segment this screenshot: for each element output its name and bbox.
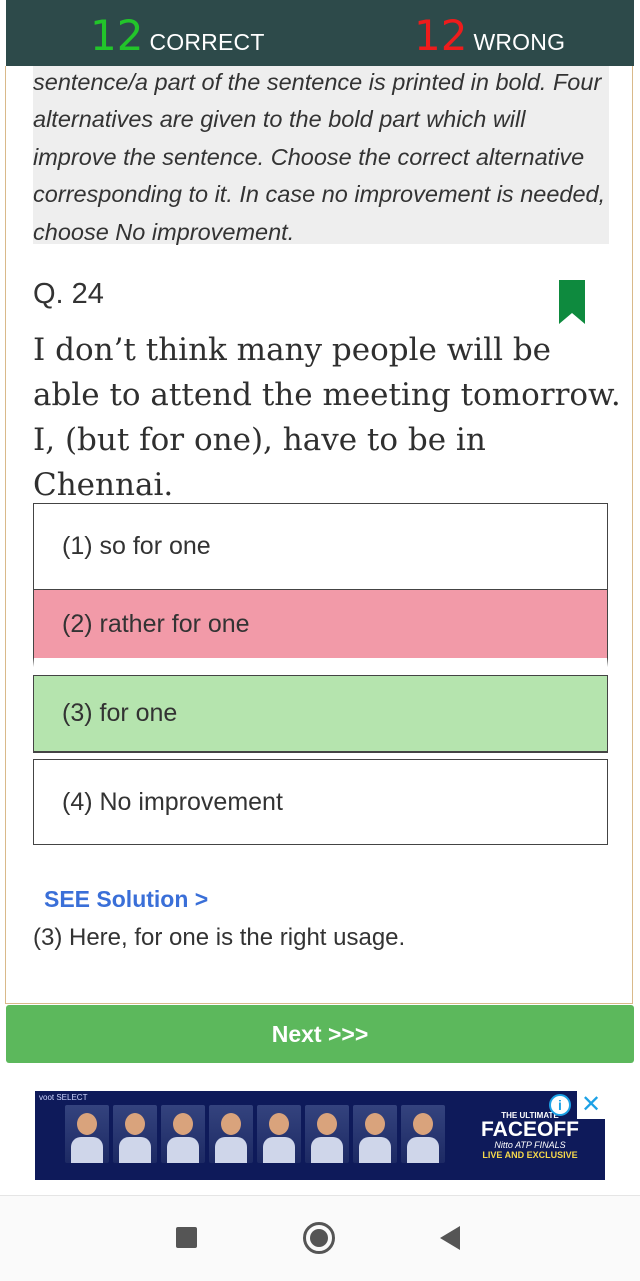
ad-headline: FACEOFF: [481, 1118, 579, 1141]
player-image: [305, 1105, 349, 1163]
player-image: [161, 1105, 205, 1163]
score-header: 12 CORRECT 12 WRONG: [6, 0, 634, 66]
option-4[interactable]: (4) No improvement: [33, 759, 608, 845]
back-icon[interactable]: [440, 1226, 460, 1250]
question-number: Q. 24: [33, 278, 104, 310]
player-image: [257, 1105, 301, 1163]
wrong-score: 12 WRONG: [414, 14, 565, 58]
recents-icon[interactable]: [176, 1227, 197, 1248]
wrong-count: 12: [414, 11, 468, 60]
option-2[interactable]: (2) rather for one: [33, 590, 608, 667]
correct-label: CORRECT: [149, 29, 265, 55]
option-2-label: (2) rather for one: [62, 609, 250, 638]
ad-live-text: LIVE AND EXCLUSIVE: [482, 1150, 578, 1160]
player-image: [65, 1105, 109, 1163]
option-1-label: (1) so for one: [62, 532, 211, 560]
bookmark-icon[interactable]: [559, 280, 585, 324]
ad-brand: voot SELECT: [39, 1093, 88, 1102]
option-1[interactable]: (1) so for one: [33, 503, 608, 590]
option-4-label: (4) No improvement: [62, 787, 283, 816]
ad-info-icon[interactable]: i: [549, 1094, 571, 1116]
player-image: [353, 1105, 397, 1163]
ad-subtitle: Nitto ATP FINALS: [494, 1140, 566, 1150]
option-divider: [33, 751, 608, 753]
question-card: sentence/a part of the sentence is print…: [5, 66, 633, 1004]
player-image: [209, 1105, 253, 1163]
next-button[interactable]: Next >>>: [6, 1005, 634, 1063]
wrong-label: WRONG: [473, 29, 566, 55]
player-image: [113, 1105, 157, 1163]
correct-count: 12: [90, 11, 144, 60]
ad-players-image: [65, 1105, 445, 1163]
ad-banner[interactable]: voot SELECT THE ULTIMATE FACEOFF Nitto A…: [35, 1091, 605, 1180]
question-text: I don’t think many people will be able t…: [33, 332, 621, 503]
correct-score: 12 CORRECT: [90, 14, 265, 58]
solution-text: (3) Here, for one is the right usage.: [33, 924, 406, 951]
see-solution-link[interactable]: SEE Solution >: [44, 886, 208, 913]
home-icon[interactable]: [303, 1222, 335, 1254]
android-nav-bar: [0, 1195, 640, 1281]
ad-close-icon[interactable]: ✕: [577, 1091, 605, 1119]
option-3[interactable]: (3) for one: [33, 675, 608, 751]
player-image: [401, 1105, 445, 1163]
ad-title: THE ULTIMATE FACEOFF Nitto ATP FINALS LI…: [465, 1111, 595, 1160]
option-3-label: (3) for one: [62, 699, 178, 727]
instruction-text: sentence/a part of the sentence is print…: [33, 66, 609, 245]
